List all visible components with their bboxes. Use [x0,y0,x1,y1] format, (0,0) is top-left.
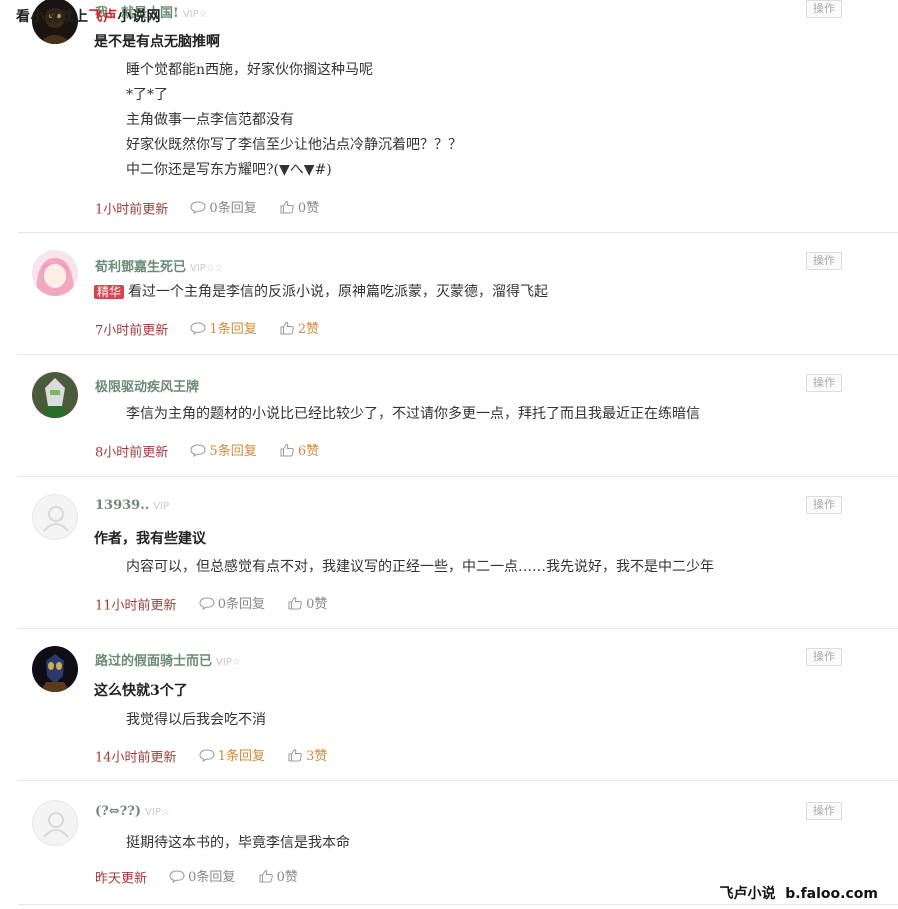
like-button[interactable]: 0赞 [279,197,319,216]
ops-button[interactable]: 操作 [806,496,842,514]
reply-icon [190,321,206,335]
comment-item: 13939.. VIP 操作 作者，我有些建议 内容可以，但总感觉有点不对，我建议… [18,476,898,629]
comment-meta: 7小时前更新 1条回复 2赞 [95,318,319,339]
comment-meta: 14小时前更新 1条回复 3赞 [95,745,327,766]
username[interactable]: 路过的假面骑士而已 VIP☆ [95,650,241,669]
user-avatar[interactable] [32,800,78,846]
reply-button[interactable]: 1条回复 [199,745,265,764]
comment-meta: 11小时前更新 0条回复 0赞 [95,593,327,614]
comment-item: 我，就是大国! VIP☆ 操作 是不是有点无脑推啊 睡个觉都能n西施，好家伙你搁这… [18,0,898,233]
like-button[interactable]: 6赞 [279,440,319,459]
comment-content: 睡个觉都能n西施，好家伙你搁这种马呢 *了*了 主角做事一点李信范都没有 好家伙… [126,62,462,178]
update-time: 1小时前更新 [95,202,169,218]
reply-icon [190,443,206,457]
ops-button[interactable]: 操作 [806,648,842,666]
site-watermark: 看小说就上飞卢小说网 [16,9,161,25]
avatar-image [32,372,78,418]
like-button[interactable]: 2赞 [279,318,319,337]
comment-item: 极限驱动疾风王牌 操作 李信为主角的题材的小说比已经比较少了，不过请你多更一点，… [18,354,898,477]
ops-button[interactable]: 操作 [806,252,842,270]
reply-icon [199,748,215,762]
comment-meta: 8小时前更新 5条回复 6赞 [95,440,319,461]
update-time: 11小时前更新 [95,598,177,614]
update-time: 14小时前更新 [95,750,177,766]
comment-content: 我觉得以后我会吃不消 [126,712,266,728]
reply-button[interactable]: 0条回复 [190,197,257,216]
update-time: 昨天更新 [95,871,148,887]
thumbs-up-icon [280,321,294,334]
comment-title: 是不是有点无脑推啊 [94,34,220,50]
reply-icon [169,869,185,883]
comment-meta: 1小时前更新 0条回复 0赞 [95,197,319,218]
thumbs-up-icon [259,869,273,882]
comment-item: 路过的假面骑士而已 VIP☆ 操作 这么快就3个了 我觉得以后我会吃不消 14小时… [18,628,898,781]
username[interactable]: 荀利鄧嘉生死已 VIP☆☆ [95,256,224,275]
ops-button[interactable]: 操作 [806,0,842,18]
comment-content: 李信为主角的题材的小说比已经比较少了，不过请你多更一点，拜托了而且我最近正在练暗… [126,406,700,422]
like-button[interactable]: 0赞 [258,866,298,885]
thumbs-up-icon [288,748,302,761]
username[interactable]: 13939.. VIP [95,498,169,513]
thumbs-up-icon [280,443,294,456]
avatar-image [32,646,78,692]
reply-button[interactable]: 1条回复 [190,318,257,337]
avatar-placeholder-icon [43,506,69,532]
avatar-placeholder-icon [43,812,69,838]
user-avatar[interactable] [32,250,78,296]
thumbs-up-icon [280,200,294,213]
username[interactable]: 极限驱动疾风王牌 [95,376,199,395]
like-button[interactable]: 3赞 [287,745,327,764]
ops-button[interactable]: 操作 [806,374,842,392]
comment-content: 精华 看过一个主角是李信的反派小说，原神篇吃派蒙，灭蒙德，溜得飞起 [94,280,548,305]
like-button[interactable]: 0赞 [287,593,327,612]
comment-title: 这么快就3个了 [94,683,188,699]
avatar-image [32,250,78,296]
reply-button[interactable]: 5条回复 [190,440,257,459]
update-time: 7小时前更新 [95,323,169,339]
reply-icon [190,200,206,214]
user-avatar[interactable] [32,494,78,540]
comment-title: 作者，我有些建议 [94,531,206,547]
featured-badge: 精华 [94,285,125,299]
reply-button[interactable]: 0条回复 [169,866,235,885]
comment-content: 挺期待这本书的，毕竟李信是我本命 [126,835,350,851]
comment-content: 内容可以，但总感觉有点不对，我建议写的正经一些，中二一点……我先说好，我不是中二… [126,559,714,575]
ops-button[interactable]: 操作 [806,802,842,820]
update-time: 8小时前更新 [95,445,169,461]
footer-watermark: 飞卢小说 b.faloo.com [719,886,879,902]
reply-icon [199,596,215,610]
comment-item: 荀利鄧嘉生死已 VIP☆☆ 操作 精华 看过一个主角是李信的反派小说，原神篇吃派蒙，… [18,232,898,355]
user-avatar[interactable] [32,646,78,692]
thumbs-up-icon [288,596,302,609]
username[interactable]: (?⇔??) VIP☆ [95,804,170,819]
comment-meta: 昨天更新 0条回复 0赞 [95,866,298,887]
reply-button[interactable]: 0条回复 [199,593,265,612]
user-avatar[interactable] [32,372,78,418]
